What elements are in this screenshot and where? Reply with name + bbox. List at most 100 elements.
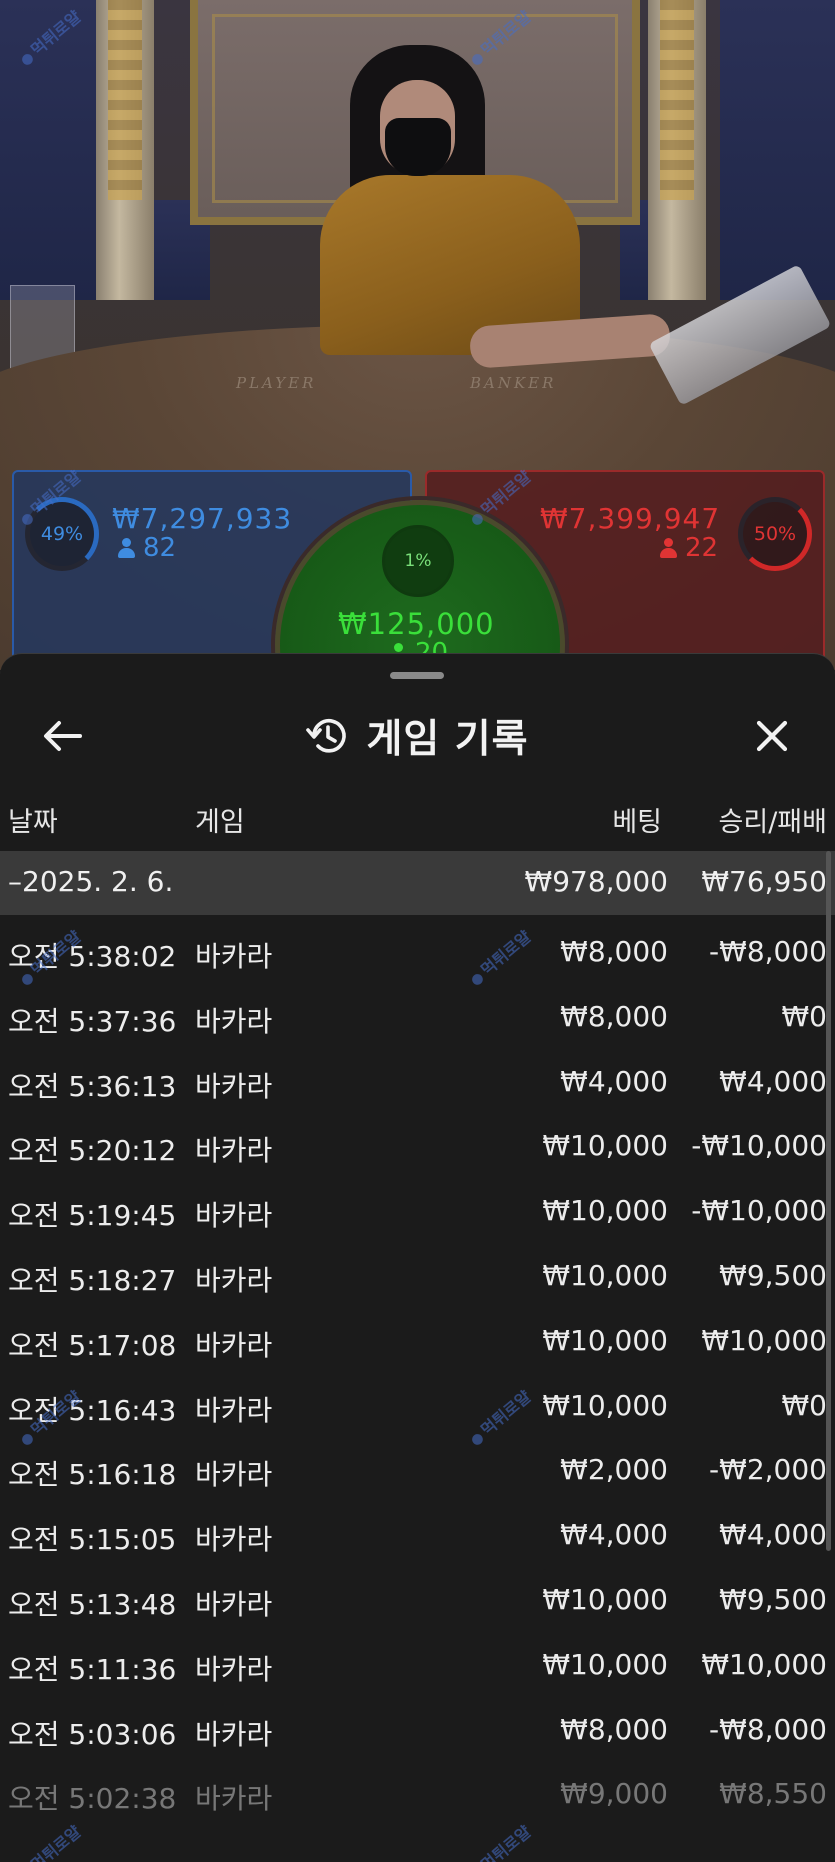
row-game: 바카라 [195, 1199, 273, 1233]
column-header-win-loss[interactable]: 승리/패배 [719, 800, 827, 839]
row-game: 바카라 [195, 1393, 273, 1427]
row-time: 오전 5:16:18 [8, 1458, 177, 1492]
row-game: 바카라 [195, 1328, 273, 1362]
app-root: PLAYER BANKER 49% ₩7,297,933 82 50% ₩7,3… [0, 0, 835, 1862]
wall-panel [720, 0, 835, 300]
row-time: 오전 5:18:27 [8, 1263, 177, 1297]
row-time: 오전 5:16:43 [8, 1393, 177, 1427]
history-row[interactable]: 오전 5:13:48 바카라 ₩10,000 ₩9,500 [0, 1569, 835, 1634]
history-scrollbar[interactable] [826, 851, 831, 1551]
row-time: 오전 5:36:13 [8, 1069, 177, 1103]
banker-count: 22 [660, 533, 718, 563]
row-bet: ₩10,000 [542, 1129, 668, 1163]
row-game: 바카라 [195, 1134, 273, 1168]
row-win-loss: -₩8,000 [709, 935, 827, 968]
banker-percent: 50% [753, 523, 797, 545]
row-time: 오전 5:37:36 [8, 1004, 177, 1038]
history-row[interactable]: 오전 5:17:08 바카라 ₩10,000 ₩10,000 [0, 1310, 835, 1375]
row-bet: ₩10,000 [542, 1194, 668, 1228]
row-win-loss: ₩9,500 [719, 1582, 827, 1616]
row-time: 오전 5:13:48 [8, 1587, 177, 1621]
row-time: 오전 5:38:02 [8, 940, 177, 973]
history-row[interactable]: 오전 5:18:27 바카라 ₩10,000 ₩9,500 [0, 1245, 835, 1310]
row-game: 바카라 [195, 1652, 273, 1686]
player-percent: 49% [40, 523, 84, 545]
banker-count-value: 22 [685, 533, 719, 563]
row-win-loss: ₩4,000 [719, 1064, 827, 1098]
person-icon [118, 538, 135, 558]
row-time: 오전 5:02:38 [8, 1782, 177, 1816]
row-game: 바카라 [195, 1004, 273, 1038]
date-group-summary-row[interactable]: –2025. 2. 6. ₩978,000 ₩76,950 [0, 851, 835, 915]
column-header-game[interactable]: 게임 [195, 800, 245, 839]
summary-bet-total: ₩978,000 [524, 865, 668, 898]
history-row[interactable]: 오전 5:20:12 바카라 ₩10,000 -₩10,000 [0, 1115, 835, 1180]
table-label-player: PLAYER [236, 374, 317, 392]
history-row[interactable]: 오전 5:16:18 바카라 ₩2,000 -₩2,000 [0, 1439, 835, 1504]
row-time: 오전 5:03:06 [8, 1717, 177, 1751]
player-total-amount: ₩7,297,933 [112, 502, 293, 535]
row-bet: ₩10,000 [542, 1323, 668, 1357]
row-time: 오전 5:19:45 [8, 1199, 177, 1233]
row-game: 바카라 [195, 1263, 273, 1297]
row-win-loss: -₩10,000 [691, 1129, 827, 1163]
close-x-icon [756, 720, 788, 752]
row-time: 오전 5:15:05 [8, 1523, 177, 1557]
pillar [96, 0, 154, 300]
pillar [648, 0, 706, 300]
game-history-sheet: 게임 기록 날짜 게임 베팅 승리/패배 –2025. 2. 6. ₩978,0… [0, 653, 835, 1862]
row-bet: ₩10,000 [542, 1582, 668, 1616]
row-bet: ₩8,000 [560, 935, 668, 968]
tie-percent: 1% [404, 551, 432, 571]
tie-total-amount: ₩125,000 [338, 607, 495, 641]
row-win-loss: ₩8,550 [719, 1777, 827, 1811]
row-bet: ₩10,000 [542, 1647, 668, 1681]
row-game: 바카라 [195, 1069, 273, 1103]
row-win-loss: ₩9,500 [719, 1258, 827, 1292]
history-row[interactable]: 오전 5:03:06 바카라 ₩8,000 -₩8,000 [0, 1699, 835, 1764]
row-game: 바카라 [195, 940, 273, 973]
row-bet: ₩10,000 [542, 1258, 668, 1292]
wall-panel [0, 0, 110, 300]
row-bet: ₩8,000 [560, 1712, 668, 1746]
row-win-loss: ₩10,000 [701, 1323, 827, 1357]
row-bet: ₩10,000 [542, 1388, 668, 1422]
person-icon [660, 538, 677, 558]
sheet-title: 게임 기록 [366, 717, 529, 762]
history-row[interactable]: 오전 5:36:13 바카라 ₩4,000 ₩4,000 [0, 1051, 835, 1116]
summary-date: –2025. 2. 6. [8, 865, 174, 898]
column-header-bet[interactable]: 베팅 [612, 800, 662, 839]
table-label-banker: BANKER [470, 374, 557, 392]
history-row[interactable]: 오전 5:16:43 바카라 ₩10,000 ₩0 [0, 1375, 835, 1440]
row-bet: ₩4,000 [560, 1064, 668, 1098]
row-time: 오전 5:11:36 [8, 1652, 177, 1686]
row-win-loss: ₩4,000 [719, 1518, 827, 1552]
row-game: 바카라 [195, 1782, 273, 1816]
row-time: 오전 5:17:08 [8, 1328, 177, 1362]
sheet-header: 게임 기록 [0, 706, 835, 766]
banker-total-amount: ₩7,399,947 [540, 502, 721, 535]
row-win-loss: ₩10,000 [701, 1647, 827, 1681]
row-bet: ₩4,000 [560, 1518, 668, 1552]
history-row[interactable]: 오전 5:02:38 바카라 ₩9,000 ₩8,550 [0, 1763, 835, 1828]
history-row[interactable]: 오전 5:38:02 바카라 ₩8,000 -₩8,000 [0, 921, 835, 986]
row-bet: ₩8,000 [560, 999, 668, 1033]
close-button[interactable] [742, 706, 802, 766]
row-bet: ₩2,000 [560, 1453, 668, 1487]
history-row[interactable]: 오전 5:19:45 바카라 ₩10,000 -₩10,000 [0, 1180, 835, 1245]
history-row[interactable]: 오전 5:37:36 바카라 ₩8,000 ₩0 [0, 986, 835, 1051]
sheet-drag-handle[interactable] [390, 672, 444, 679]
row-game: 바카라 [195, 1587, 273, 1621]
column-header-date[interactable]: 날짜 [8, 800, 58, 839]
row-win-loss: -₩10,000 [691, 1194, 827, 1228]
history-list: 오전 5:38:02 바카라 ₩8,000 -₩8,000 오전 5:37:36 바카라… [0, 921, 835, 1828]
row-game: 바카라 [195, 1458, 273, 1492]
row-bet: ₩9,000 [560, 1777, 668, 1811]
history-clock-icon [306, 719, 347, 753]
history-row[interactable]: 오전 5:15:05 바카라 ₩4,000 ₩4,000 [0, 1504, 835, 1569]
banker-percent-ring: 50% [738, 497, 812, 571]
row-game: 바카라 [195, 1523, 273, 1557]
history-row[interactable]: 오전 5:11:36 바카라 ₩10,000 ₩10,000 [0, 1634, 835, 1699]
player-percent-ring: 49% [25, 497, 99, 571]
row-game: 바카라 [195, 1717, 273, 1751]
